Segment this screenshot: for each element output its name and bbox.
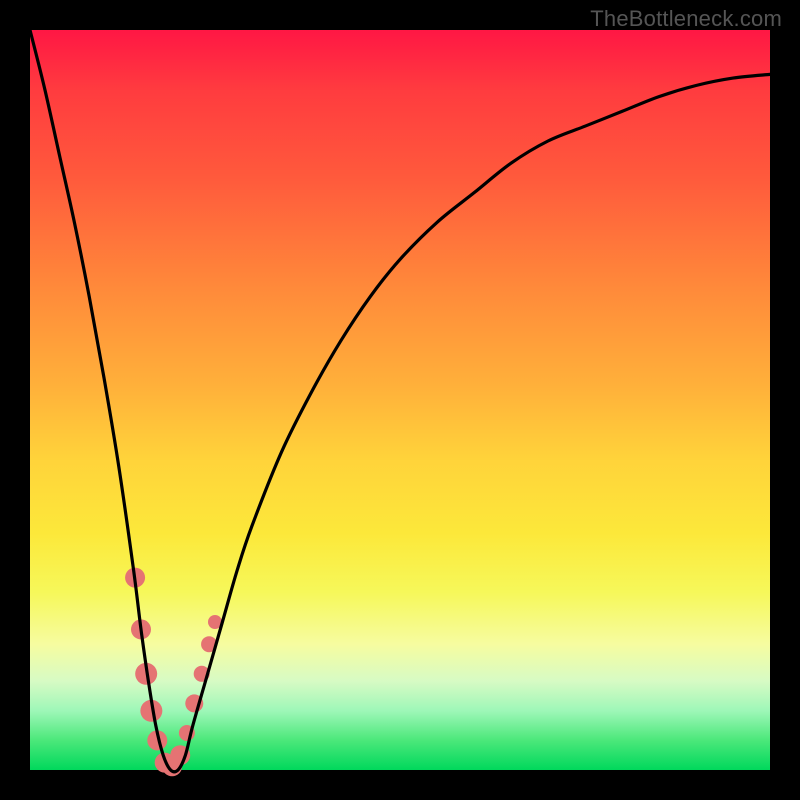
curve-svg [30,30,770,770]
bottleneck-curve [30,30,770,772]
outer-frame: TheBottleneck.com [0,0,800,800]
plot-area [30,30,770,770]
watermark-text: TheBottleneck.com [590,6,782,32]
